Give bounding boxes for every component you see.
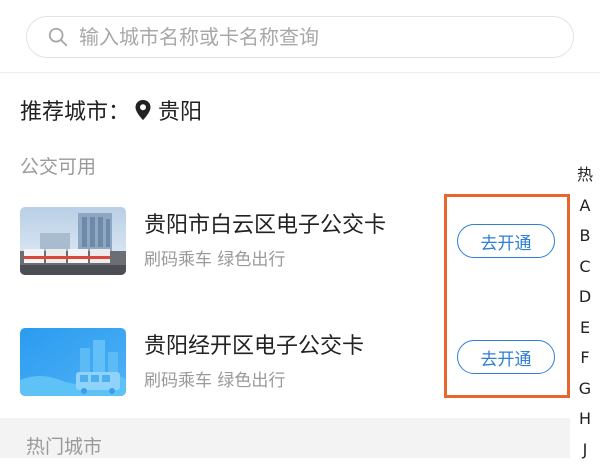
search-box[interactable] <box>26 16 574 58</box>
hot-cities-header: 热门城市 <box>0 418 570 458</box>
recommended-city-link[interactable]: 贵阳 <box>158 94 202 126</box>
bus-card-title: 贵阳市白云区电子公交卡 <box>144 207 386 239</box>
activate-card-button[interactable]: 去开通 <box>457 340 555 374</box>
bus-card-subtitle: 刷码乘车 绿色出行 <box>144 245 285 270</box>
hot-cities-label: 热门城市 <box>26 432 102 459</box>
bus-card-subtitle: 刷码乘车 绿色出行 <box>144 366 285 391</box>
index-letter[interactable]: E <box>570 313 600 344</box>
bus-card-title: 贵阳经开区电子公交卡 <box>144 328 364 360</box>
location-pin-icon <box>134 99 152 121</box>
recommended-city-label: 推荐城市： <box>20 94 130 126</box>
search-input[interactable] <box>77 24 573 50</box>
index-letter[interactable]: D <box>570 282 600 313</box>
index-letter[interactable]: G <box>570 374 600 405</box>
section-title: 公交可用 <box>20 152 96 179</box>
recommended-city-row: 推荐城市： 贵阳 <box>20 94 202 126</box>
index-letter[interactable]: F <box>570 343 600 374</box>
search-icon <box>47 26 69 48</box>
bus-card-item[interactable]: 贵阳市白云区电子公交卡 刷码乘车 绿色出行 <box>20 197 440 287</box>
search-header <box>0 0 600 73</box>
activate-card-button[interactable]: 去开通 <box>457 224 555 258</box>
index-letter[interactable]: A <box>570 191 600 222</box>
bus-card-thumbnail <box>20 207 126 275</box>
index-letter[interactable]: 热 <box>570 160 600 191</box>
index-letter[interactable]: B <box>570 221 600 252</box>
index-letter[interactable]: C <box>570 252 600 283</box>
alphabet-index[interactable]: 热 A B C D E F G H J <box>570 160 600 465</box>
bus-card-item[interactable]: 贵阳经开区电子公交卡 刷码乘车 绿色出行 <box>20 318 440 408</box>
index-letter[interactable]: H <box>570 404 600 435</box>
bus-card-thumbnail <box>20 328 126 396</box>
